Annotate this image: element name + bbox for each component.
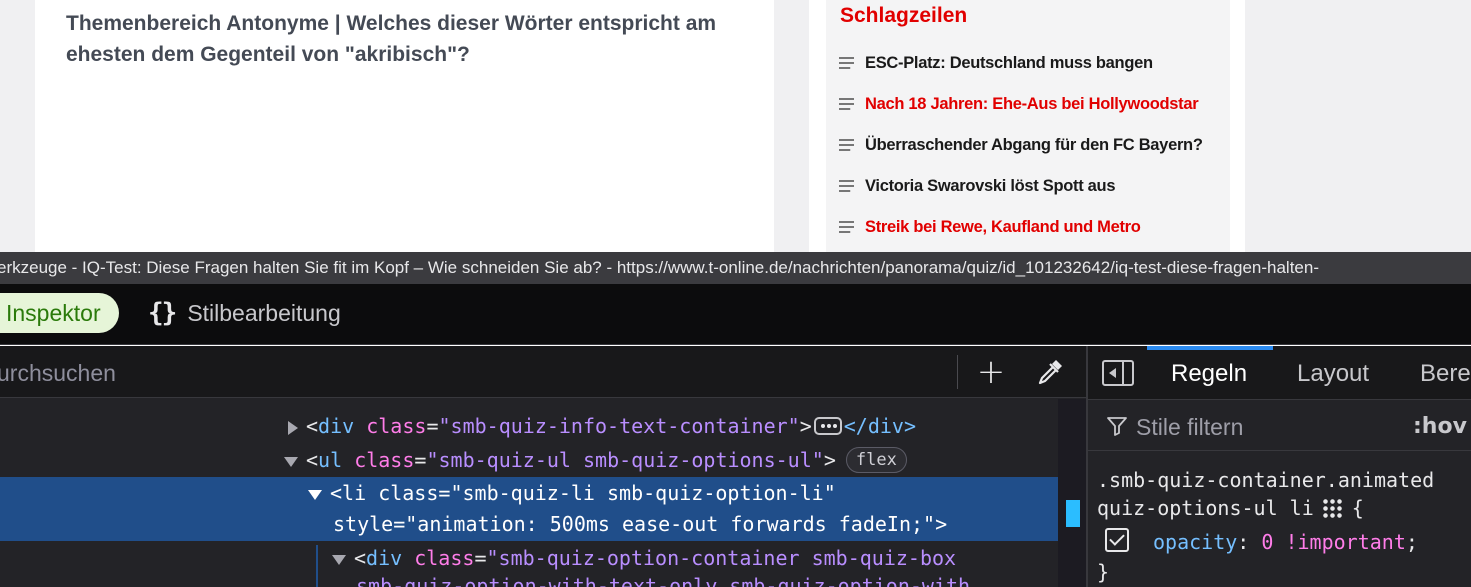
headline-link[interactable]: Streik bei Rewe, Kaufland und Metro xyxy=(839,212,1141,242)
headline-text: Nach 18 Jahren: Ehe-Aus bei Hollywoodsta… xyxy=(865,94,1199,113)
grid-highlighter-icon[interactable] xyxy=(1321,497,1342,518)
headline-text: Streik bei Rewe, Kaufland und Metro xyxy=(865,217,1141,236)
web-page: Themenbereich Antonyme | Welches dieser … xyxy=(0,0,1471,252)
markup-toolbar: urchsuchen + xyxy=(0,346,1086,398)
filter-styles-input[interactable]: Stile filtern xyxy=(1136,401,1243,453)
article-lines-icon xyxy=(839,139,854,151)
devtools-tabbar: Inspektor {} Stilbearbeitung xyxy=(0,284,1471,345)
toolbar-divider xyxy=(957,355,958,389)
headline-link[interactable]: ESC-Platz: Deutschland muss bangen xyxy=(839,48,1153,78)
indent-guide xyxy=(316,545,318,587)
devtools-window-title: erkzeuge - IQ-Test: Diese Fragen halten … xyxy=(0,252,1471,284)
tab-inspector[interactable]: Inspektor xyxy=(0,293,119,333)
headline-link[interactable]: Überraschender Abgang für den FC Bayern? xyxy=(839,130,1203,160)
eyedropper-icon[interactable] xyxy=(1034,356,1066,388)
tab-style-editor[interactable]: {} Stilbearbeitung xyxy=(148,291,341,335)
collapse-arrow-icon[interactable] xyxy=(284,456,298,467)
markup-node-options-ul[interactable]: <ul class="smb-quiz-ul smb-quiz-options-… xyxy=(0,443,1058,477)
markup-node-option-container-cont: smb-quiz-option-with-text-only smb-quiz-… xyxy=(356,574,971,587)
rule-declaration[interactable]: opacity: 0 !important; xyxy=(1153,527,1418,557)
tab-layout[interactable]: Layout xyxy=(1297,346,1369,400)
filter-styles-bar: Stile filtern :hov xyxy=(1088,401,1471,451)
headline-text: ESC-Platz: Deutschland muss bangen xyxy=(865,53,1153,72)
tab-style-editor-label: Stilbearbeitung xyxy=(187,299,341,326)
rule-selector[interactable]: .smb-quiz-container.animated xyxy=(1097,465,1434,495)
markup-node-option-li-selected[interactable]: <li class="smb-quiz-li smb-quiz-option-l… xyxy=(0,477,1058,541)
headline-text: Überraschender Abgang für den FC Bayern? xyxy=(865,135,1203,154)
headline-link[interactable]: Victoria Swarovski löst Spott aus xyxy=(839,171,1116,201)
collapsed-content-icon[interactable] xyxy=(813,416,842,435)
toggle-sidebar-icon[interactable] xyxy=(1102,360,1134,386)
filter-icon xyxy=(1107,417,1127,436)
rules-view: .smb-quiz-container.animated quiz-option… xyxy=(1088,452,1471,587)
markup-scrollbar[interactable] xyxy=(1058,399,1086,587)
quiz-card: Themenbereich Antonyme | Welches dieser … xyxy=(35,0,774,252)
sidebar-tabs: Regeln Layout Bere xyxy=(1088,346,1471,400)
braces-icon: {} xyxy=(148,298,177,328)
enable-declaration-checkbox[interactable] xyxy=(1105,528,1129,552)
markup-view: <div class="smb-quiz-info-text-container… xyxy=(0,399,1058,587)
property-name[interactable]: opacity xyxy=(1153,530,1237,554)
article-lines-icon xyxy=(839,98,854,110)
property-value[interactable]: 0 !important xyxy=(1261,530,1406,554)
headline-link[interactable]: Nach 18 Jahren: Ehe-Aus bei Hollywoodsta… xyxy=(839,89,1199,119)
expand-arrow-icon[interactable] xyxy=(288,420,298,435)
headlines-box: Schlagzeilen ESC-Platz: Deutschland muss… xyxy=(826,0,1230,252)
hover-states-toggle[interactable]: :hov xyxy=(1413,401,1467,453)
headline-text: Victoria Swarovski löst Spott aus xyxy=(865,176,1116,195)
article-lines-icon xyxy=(839,57,854,69)
rule-selector-cont[interactable]: quiz-options-ul li{ xyxy=(1097,493,1364,523)
html-search-input[interactable]: urchsuchen xyxy=(0,346,116,398)
markup-node-info-text[interactable]: <div class="smb-quiz-info-text-container… xyxy=(0,409,1058,443)
tab-rules[interactable]: Regeln xyxy=(1171,346,1247,400)
flex-badge[interactable]: flex xyxy=(845,446,907,473)
tab-computed[interactable]: Bere xyxy=(1420,346,1471,400)
markup-scroll-thumb[interactable] xyxy=(1066,500,1080,527)
collapse-arrow-icon[interactable] xyxy=(332,554,346,565)
rule-close-brace: } xyxy=(1097,560,1110,584)
collapse-arrow-icon[interactable] xyxy=(308,489,322,500)
headlines-title: Schlagzeilen xyxy=(840,4,968,27)
add-node-icon[interactable]: + xyxy=(974,353,1008,391)
quiz-question: Themenbereich Antonyme | Welches dieser … xyxy=(66,12,717,66)
article-lines-icon xyxy=(839,180,854,192)
article-lines-icon xyxy=(839,221,854,233)
